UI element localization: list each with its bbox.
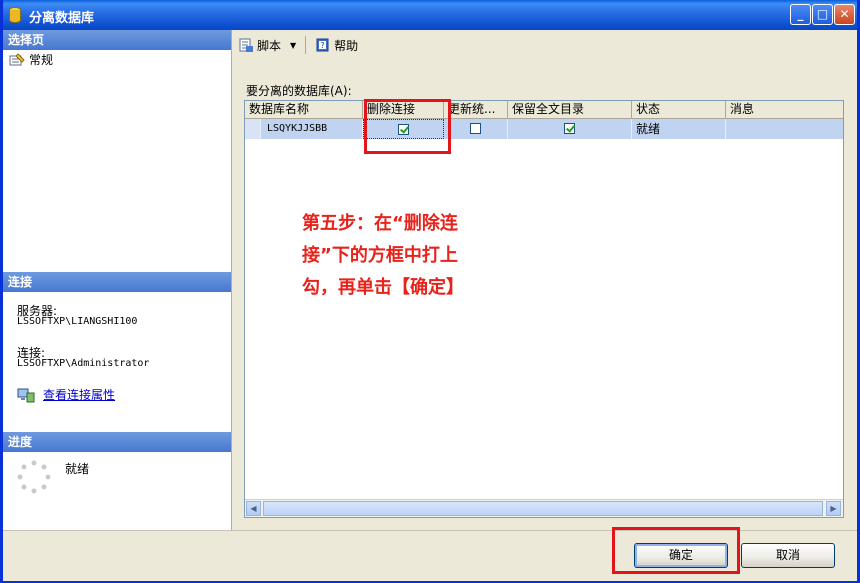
window-title: 分离数据库 <box>29 11 95 26</box>
annotation-line-2: 接”下的方框中打上 <box>302 245 458 266</box>
connection-value: LSSOFTXP\Administrator <box>17 358 150 369</box>
highlight-drop-connections-box <box>364 99 451 154</box>
script-icon <box>239 38 253 52</box>
column-header-status[interactable]: 状态 <box>632 101 726 118</box>
detach-database-dialog: 分离数据库 _ □ ✕ 选择页 常规 连接 服务器: LSSOFTXP\LIAN… <box>0 0 860 583</box>
maximize-button[interactable]: □ <box>812 4 833 25</box>
column-header-database-name[interactable]: 数据库名称 <box>245 101 363 118</box>
scrollbar-thumb[interactable] <box>263 501 823 516</box>
chevron-down-icon[interactable]: ▼ <box>290 41 296 50</box>
toolbar: 脚本 ▼ ? 帮助 <box>232 30 857 60</box>
keep-fulltext-cell[interactable] <box>508 119 632 139</box>
help-button[interactable]: ? 帮助 <box>315 37 358 54</box>
minimize-button[interactable]: _ <box>790 4 811 25</box>
row-selector[interactable] <box>245 119 261 139</box>
column-header-update-statistics[interactable]: 更新统... <box>444 101 508 118</box>
annotation-line-3: 勾，再单击【确定】 <box>302 277 464 298</box>
message-cell <box>726 119 843 139</box>
view-connection-properties[interactable]: 查看连接属性 <box>17 386 115 403</box>
help-label: 帮助 <box>334 38 359 53</box>
table-row[interactable]: LSQYKJJSBB 就绪 <box>245 119 843 139</box>
left-pane: 选择页 常规 连接 服务器: LSSOFTXP\LIANGSHI100 连接: … <box>3 30 232 530</box>
horizontal-scrollbar[interactable]: ◀ ▶ <box>245 499 843 517</box>
toolbar-separator <box>305 36 307 54</box>
highlight-ok-button-box <box>612 527 740 574</box>
annotation-line-1: 第五步：在“删除连 <box>302 213 458 234</box>
grid-header: 数据库名称 删除连接 更新统... 保留全文目录 状态 消息 <box>245 101 843 119</box>
close-button[interactable]: ✕ <box>834 4 855 25</box>
database-name-cell: LSQYKJJSBB <box>263 119 363 139</box>
page-item-label: 常规 <box>29 53 54 67</box>
script-button[interactable]: 脚本 ▼ <box>238 37 296 54</box>
general-page-icon <box>9 52 25 65</box>
column-header-message[interactable]: 消息 <box>726 101 843 118</box>
database-icon <box>9 7 21 23</box>
scroll-left-icon[interactable]: ◀ <box>246 501 261 516</box>
help-icon: ? <box>316 38 329 52</box>
update-statistics-checkbox[interactable] <box>470 123 481 134</box>
cancel-button[interactable]: 取消 <box>741 543 835 568</box>
select-page-header: 选择页 <box>3 30 231 50</box>
progress-spinner-icon <box>17 460 51 494</box>
tutorial-annotation: 第五步：在“删除连 接”下的方框中打上 勾，再单击【确定】 <box>302 208 492 304</box>
column-header-keep-fulltext[interactable]: 保留全文目录 <box>508 101 632 118</box>
connection-header: 连接 <box>3 272 231 292</box>
status-cell: 就绪 <box>632 119 726 139</box>
title-bar[interactable]: 分离数据库 _ □ ✕ <box>3 0 857 30</box>
progress-header: 进度 <box>3 432 231 452</box>
server-value: LSSOFTXP\LIANGSHI100 <box>17 316 138 327</box>
progress-status: 就绪 <box>65 462 90 476</box>
update-statistics-cell[interactable] <box>444 119 508 139</box>
svg-text:?: ? <box>321 41 325 50</box>
right-pane: 脚本 ▼ ? 帮助 要分离的数据库(A): 数据库名称 删除连接 更新统... … <box>232 30 857 530</box>
script-label: 脚本 <box>257 38 282 53</box>
scroll-right-icon[interactable]: ▶ <box>826 501 841 516</box>
databases-to-detach-label: 要分离的数据库(A): <box>246 84 352 98</box>
keep-fulltext-checkbox[interactable] <box>564 123 575 134</box>
connection-properties-icon <box>17 388 35 402</box>
databases-grid[interactable]: 数据库名称 删除连接 更新统... 保留全文目录 状态 消息 LSQYKJJSB… <box>244 100 844 518</box>
page-item-general[interactable]: 常规 <box>9 51 53 68</box>
view-connection-properties-link[interactable]: 查看连接属性 <box>43 386 115 403</box>
